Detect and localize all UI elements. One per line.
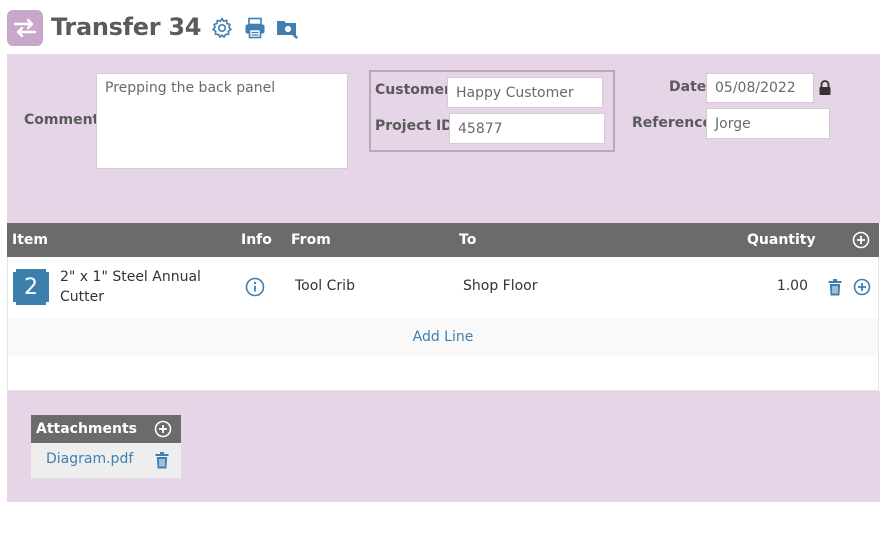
gear-icon: [212, 17, 232, 38]
add-line-header-button[interactable]: [852, 231, 870, 249]
plus-circle-icon: [852, 231, 870, 249]
date-lock-toggle[interactable]: [818, 80, 832, 96]
trash-icon: [828, 279, 842, 296]
add-line-row: Add Line: [7, 318, 879, 356]
delete-line-button[interactable]: [828, 279, 842, 296]
printer-icon: [245, 17, 265, 39]
lines-table-header: Item Info From To Quantity: [7, 223, 879, 257]
item-badge: 2: [13, 269, 49, 305]
attachments-header: Attachments: [31, 415, 181, 443]
column-header-to: To: [459, 232, 477, 248]
add-attachment-button[interactable]: [154, 420, 172, 438]
delete-attachment-button[interactable]: [155, 452, 169, 469]
table-empty-row: [7, 356, 879, 391]
customer-label: Customer: [375, 82, 451, 98]
column-header-from: From: [291, 232, 331, 248]
print-button[interactable]: [243, 16, 267, 40]
folder-search-icon: [277, 21, 298, 39]
attachment-link[interactable]: Diagram.pdf: [46, 451, 133, 467]
plus-circle-icon: [154, 420, 172, 438]
column-header-info: Info: [241, 232, 272, 248]
project-id-input[interactable]: 45877: [449, 113, 605, 144]
quantity-value: 1.00: [776, 278, 808, 294]
column-header-item: Item: [12, 232, 48, 248]
trash-icon: [155, 452, 169, 469]
attachments-title: Attachments: [36, 421, 138, 437]
project-id-label: Project ID: [375, 118, 453, 134]
reference-label: Reference: [632, 115, 713, 131]
comment-label: Comment: [24, 112, 100, 128]
from-location: Tool Crib: [295, 278, 355, 294]
item-name-line-2: Cutter: [60, 289, 104, 305]
item-info-button[interactable]: [245, 277, 265, 297]
insert-line-button[interactable]: [853, 278, 871, 296]
browse-button[interactable]: [275, 16, 299, 40]
reference-input[interactable]: Jorge: [706, 108, 830, 139]
plus-circle-icon: [853, 278, 871, 296]
column-header-quantity: Quantity: [747, 232, 816, 248]
attachment-list: Diagram.pdf: [31, 443, 181, 478]
item-name: 2" x 1" Steel Annual Cutter: [60, 267, 201, 307]
date-label: Date: [669, 79, 707, 95]
date-input[interactable]: 05/08/2022: [706, 73, 814, 103]
info-icon: [245, 277, 265, 297]
table-row: 2 2" x 1" Steel Annual Cutter Tool Crib …: [7, 257, 879, 318]
settings-button[interactable]: [210, 16, 234, 40]
to-location: Shop Floor: [463, 278, 538, 294]
item-name-line-1: 2" x 1" Steel Annual: [60, 269, 201, 285]
app-icon: [7, 10, 43, 46]
lock-icon: [819, 80, 831, 95]
add-line-link[interactable]: Add Line: [413, 329, 474, 345]
page-title: Transfer 34: [51, 13, 202, 41]
comment-input[interactable]: Prepping the back panel: [96, 73, 348, 169]
customer-input[interactable]: Happy Customer: [447, 77, 603, 108]
swap-arrows-icon: [13, 18, 37, 38]
